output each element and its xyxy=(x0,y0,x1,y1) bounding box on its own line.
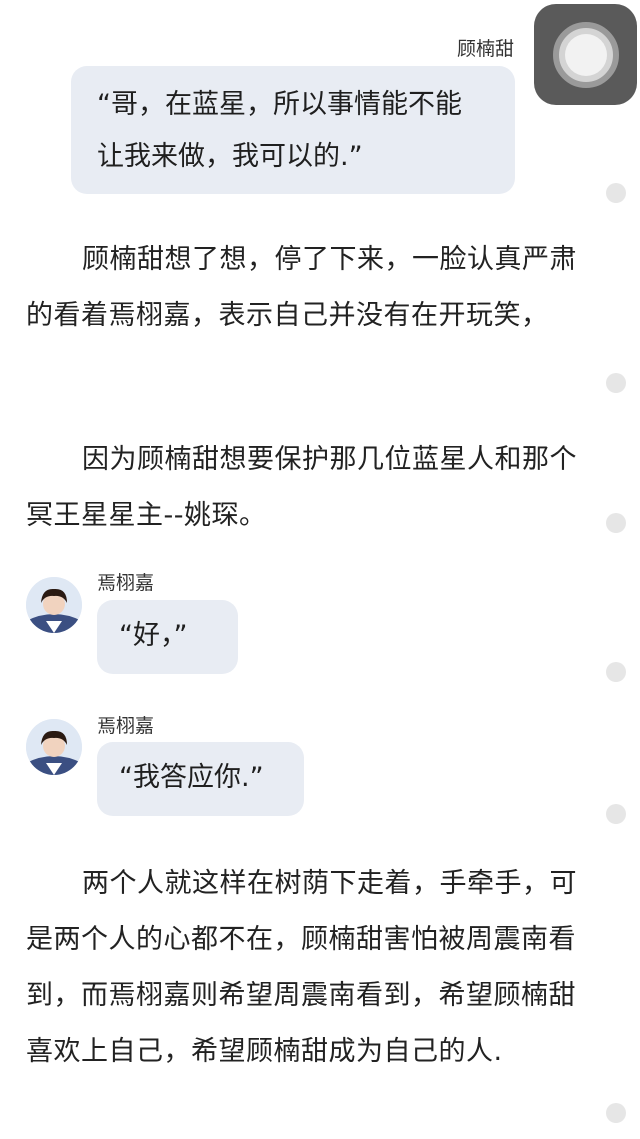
reading-page: 顾楠甜 “哥，在蓝星，所以事情能不能 让我来做，我可以的.” 顾楠甜想了想，停了… xyxy=(0,0,640,1139)
paragraph-comment-dot[interactable] xyxy=(606,662,626,682)
avatar-photo-icon[interactable] xyxy=(26,719,82,775)
chat-bubble-line-2: 让我来做，我可以的.” xyxy=(97,141,363,172)
paragraph-comment-dot[interactable] xyxy=(606,513,626,533)
paragraph-comment-dot[interactable] xyxy=(606,1103,626,1123)
chat-bubble-left: “我答应你.” xyxy=(97,742,304,816)
avatar-photo-icon[interactable] xyxy=(26,577,82,633)
paragraph-comment-dot[interactable] xyxy=(606,804,626,824)
speaker-name-right: 顾楠甜 xyxy=(456,38,514,60)
chat-bubble-right: “哥，在蓝星，所以事情能不能 让我来做，我可以的.” xyxy=(71,66,515,194)
chat-bubble-left: “好，” xyxy=(97,600,238,674)
chat-bubble-line-1: “哥，在蓝星，所以事情能不能 xyxy=(97,89,462,120)
story-paragraph-2: 因为顾楠甜想要保护那几位蓝星人和那个冥王星星主--姚琛。 xyxy=(26,444,577,531)
paragraph-comment-dot[interactable] xyxy=(606,373,626,393)
speaker-name-left: 焉栩嘉 xyxy=(97,715,155,737)
speaker-name-left: 焉栩嘉 xyxy=(97,572,155,594)
assistive-touch-ring xyxy=(552,21,619,88)
story-paragraph-3: 两个人就这样在树荫下走着，手牵手，可是两个人的心都不在，顾楠甜害怕被周震南看到，… xyxy=(26,868,577,1067)
story-paragraph-1: 顾楠甜想了想，停了下来，一脸认真严肃的看着焉栩嘉，表示自己并没有在开玩笑， xyxy=(26,244,577,331)
paragraph-comment-dot[interactable] xyxy=(606,183,626,203)
assistive-touch-icon[interactable] xyxy=(534,4,637,105)
assistive-touch-core xyxy=(564,33,607,76)
